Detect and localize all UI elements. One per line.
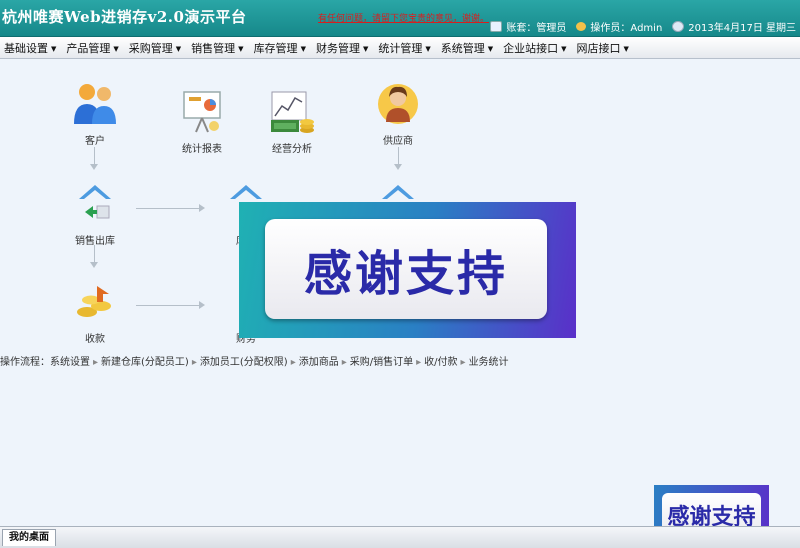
flow-label: 经营分析 xyxy=(272,144,312,155)
main-menu: 基础设置 ▼ 产品管理 ▼ 采购管理 ▼ 销售管理 ▼ 库存管理 ▼ 财务管理 ▼ 统计管理… xyxy=(0,37,800,59)
flow-customer[interactable]: 客户 xyxy=(55,80,135,147)
chevron-down-icon: ▼ xyxy=(487,44,494,53)
chevron-down-icon: ▼ xyxy=(425,44,431,53)
menu-purchase[interactable]: 采购管理 ▼ xyxy=(125,40,187,56)
menu-statistics[interactable]: 统计管理 ▼ xyxy=(374,40,436,56)
arrow-right-icon: ▸ xyxy=(341,357,347,368)
process-step[interactable]: 业务统计 xyxy=(469,357,509,368)
flow-label: 供应商 xyxy=(383,136,413,147)
menu-product[interactable]: 产品管理 ▼ xyxy=(62,40,124,56)
chevron-down-icon: ▼ xyxy=(113,44,119,53)
menu-inventory[interactable]: 库存管理 ▼ xyxy=(250,40,312,56)
menu-system[interactable]: 系统管理 ▼ xyxy=(437,40,499,56)
operator-icon xyxy=(576,22,587,31)
flow-label: 统计报表 xyxy=(182,144,222,155)
chevron-down-icon: ▼ xyxy=(175,44,182,53)
arrow-right-icon: ▸ xyxy=(416,357,422,368)
chevron-down-icon: ▼ xyxy=(362,44,369,53)
coins-icon xyxy=(71,278,119,326)
process-step[interactable]: 添加商品 xyxy=(299,357,339,368)
thanks-banner: 感谢支持 xyxy=(239,202,576,338)
flow-supplier[interactable]: 供应商 xyxy=(358,80,438,147)
app-title: 杭州唯赛Web进销存v2.0演示平台 xyxy=(2,8,247,26)
chevron-down-icon: ▼ xyxy=(300,44,306,53)
arrow-right-icon: ▸ xyxy=(191,357,197,368)
tab-my-desktop[interactable]: 我的桌面 xyxy=(2,529,56,546)
flow-arrow xyxy=(394,147,402,170)
flow-label: 收款 xyxy=(85,334,105,345)
flow-arrow xyxy=(136,301,205,309)
flow-sales-out[interactable]: 销售出库 xyxy=(55,180,135,247)
menu-basic-settings[interactable]: 基础设置 ▼ xyxy=(0,40,62,56)
menu-finance[interactable]: 财务管理 ▼ xyxy=(312,40,374,56)
menu-online-store[interactable]: 网店接口 ▼ xyxy=(573,40,635,56)
process-step[interactable]: 系统设置 xyxy=(50,357,90,368)
process-step[interactable]: 新建仓库(分配员工) xyxy=(101,357,189,368)
process-label: 操作流程： xyxy=(0,357,50,368)
process-step[interactable]: 添加员工(分配权限) xyxy=(200,357,288,368)
customer-icon xyxy=(71,80,119,128)
flow-arrow xyxy=(136,204,205,212)
menu-enterprise-site[interactable]: 企业站接口 ▼ xyxy=(499,40,572,56)
chevron-down-icon: ▼ xyxy=(623,44,629,53)
thanks-banner-text: 感谢支持 xyxy=(265,219,547,319)
flow-biz-analysis[interactable]: 经营分析 xyxy=(252,88,332,155)
sales-out-icon xyxy=(71,180,119,228)
date-label: 2013年4月17日 星期三 xyxy=(688,23,796,34)
flow-receipt[interactable]: 收款 xyxy=(55,278,135,345)
operation-process: 操作流程：系统设置 ▸ 新建仓库(分配员工) ▸ 添加员工(分配权限) ▸ 添加商品 ▸ 采购/… xyxy=(0,353,509,368)
money-chart-icon xyxy=(268,88,316,136)
presentation-board-icon xyxy=(178,88,226,136)
supplier-icon xyxy=(374,80,422,128)
menu-sales[interactable]: 销售管理 ▼ xyxy=(187,40,249,56)
app-header: 杭州唯赛Web进销存v2.0演示平台 有任何问题，请留下您宝贵的意见，谢谢。 账… xyxy=(0,0,800,37)
user-info-bar: 账套：管理员 操作员：Admin 2013年4月17日 星期三 xyxy=(484,19,796,34)
arrow-right-icon: ▸ xyxy=(460,357,466,368)
bottom-taskbar: 我的桌面 xyxy=(0,526,800,548)
feedback-link[interactable]: 有任何问题，请留下您宝贵的意见，谢谢。 xyxy=(318,11,489,24)
chevron-down-icon: ▼ xyxy=(561,44,567,53)
flow-label: 销售出库 xyxy=(75,236,115,247)
process-step[interactable]: 收/付款 xyxy=(424,357,457,368)
flow-stats-report[interactable]: 统计报表 xyxy=(162,88,242,155)
account-label: 账套：管理员 xyxy=(506,23,567,34)
flow-arrow xyxy=(90,245,98,268)
process-step[interactable]: 采购/销售订单 xyxy=(350,357,413,368)
flow-label: 客户 xyxy=(85,136,105,147)
clock-icon xyxy=(672,21,685,32)
arrow-right-icon: ▸ xyxy=(290,357,296,368)
flow-arrow xyxy=(90,147,98,170)
account-icon xyxy=(490,21,503,32)
arrow-right-icon: ▸ xyxy=(93,357,99,368)
operator-label: 操作员：Admin xyxy=(590,23,663,34)
chevron-down-icon: ▼ xyxy=(238,44,244,53)
chevron-down-icon: ▼ xyxy=(51,44,57,53)
